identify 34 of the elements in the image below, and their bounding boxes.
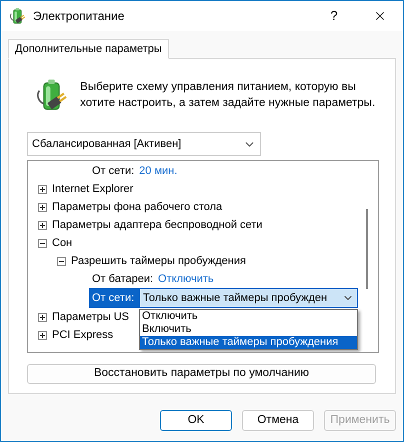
plan-dropdown[interactable]: Сбалансированная [Активен] bbox=[27, 132, 261, 156]
dialog-button[interactable]: OK bbox=[160, 410, 232, 431]
close-icon bbox=[373, 9, 387, 23]
expand-icon[interactable] bbox=[38, 184, 47, 194]
battery-plug-icon bbox=[9, 7, 27, 25]
dropdown-option[interactable]: Только важные таймеры пробуждения bbox=[140, 336, 357, 349]
tree-item[interactable]: PCI Express bbox=[52, 326, 114, 344]
tree-item[interactable]: Параметры фона рабочего стола bbox=[52, 198, 222, 216]
setting-label: От батареи: bbox=[92, 272, 154, 287]
expand-icon[interactable] bbox=[38, 312, 47, 322]
expand-icon[interactable] bbox=[38, 330, 47, 340]
value-dropdown[interactable]: Только важные таймеры пробужден bbox=[139, 288, 358, 308]
restore-defaults-button[interactable]: Восстановить параметры по умолчанию bbox=[27, 364, 376, 384]
dropdown-option[interactable]: Включить bbox=[140, 323, 357, 336]
tree-item[interactable]: Параметры адаптера беспроводной сети bbox=[52, 216, 262, 234]
expand-icon[interactable] bbox=[38, 220, 47, 230]
setting-value[interactable]: 20 мин. bbox=[139, 162, 178, 180]
setting-label[interactable]: От сети: bbox=[89, 288, 139, 308]
help-button[interactable]: ? bbox=[311, 6, 357, 26]
expand-icon[interactable] bbox=[38, 202, 47, 212]
scrollbar-thumb[interactable] bbox=[366, 209, 368, 289]
dialog-button[interactable]: Отмена bbox=[242, 410, 314, 431]
setting-value[interactable]: Отключить bbox=[158, 270, 214, 288]
dropdown-option[interactable]: Отключить bbox=[140, 310, 357, 323]
collapse-icon[interactable] bbox=[57, 256, 66, 266]
collapse-icon[interactable] bbox=[38, 238, 47, 248]
intro-text: Выберите схему управления питанием, которую вы хотите настроить, а затем задайте нужные параметры. bbox=[80, 80, 376, 111]
tree-item[interactable]: Параметры US bbox=[52, 308, 129, 326]
tree-item[interactable]: Разрешить таймеры пробуждения bbox=[71, 252, 246, 270]
tree-item[interactable]: Internet Explorer bbox=[52, 180, 134, 198]
window-title: Электропитание bbox=[33, 8, 124, 25]
setting-label: От сети: bbox=[92, 164, 134, 179]
tab[interactable]: Дополнительные параметры bbox=[8, 39, 169, 59]
tree-item[interactable]: Сон bbox=[52, 234, 72, 252]
